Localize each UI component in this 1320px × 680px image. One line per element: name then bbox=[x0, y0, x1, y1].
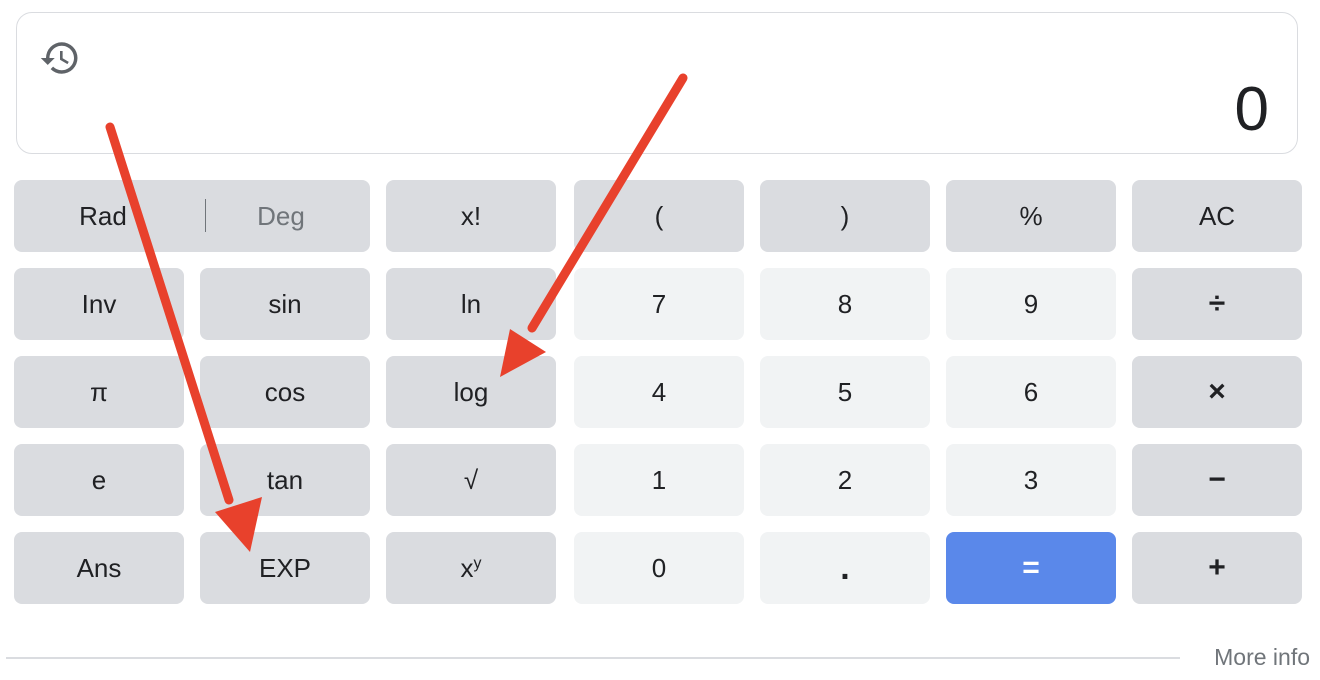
ln-button[interactable]: ln bbox=[386, 268, 556, 340]
digit-4-button[interactable]: 4 bbox=[574, 356, 744, 428]
rad-deg-toggle: Rad Deg bbox=[14, 180, 370, 252]
power-button[interactable]: xy bbox=[386, 532, 556, 604]
more-info-link[interactable]: More info bbox=[1214, 644, 1310, 671]
digit-7-button[interactable]: 7 bbox=[574, 268, 744, 340]
calculator-display: 0 bbox=[16, 12, 1298, 154]
minus-button[interactable]: − bbox=[1132, 444, 1302, 516]
open-paren-button[interactable]: ( bbox=[574, 180, 744, 252]
equals-button[interactable]: = bbox=[946, 532, 1116, 604]
e-button[interactable]: e bbox=[14, 444, 184, 516]
digit-2-button[interactable]: 2 bbox=[760, 444, 930, 516]
footer-divider bbox=[6, 657, 1180, 659]
digit-9-button[interactable]: 9 bbox=[946, 268, 1116, 340]
history-icon[interactable] bbox=[39, 37, 81, 79]
digit-3-button[interactable]: 3 bbox=[946, 444, 1116, 516]
pi-button[interactable]: π bbox=[14, 356, 184, 428]
cos-button[interactable]: cos bbox=[200, 356, 370, 428]
all-clear-button[interactable]: AC bbox=[1132, 180, 1302, 252]
inv-button[interactable]: Inv bbox=[14, 268, 184, 340]
digit-0-button[interactable]: 0 bbox=[574, 532, 744, 604]
tan-button[interactable]: tan bbox=[200, 444, 370, 516]
plus-button[interactable]: + bbox=[1132, 532, 1302, 604]
deg-button[interactable]: Deg bbox=[192, 180, 370, 252]
power-base-label: x bbox=[460, 552, 474, 583]
sin-button[interactable]: sin bbox=[200, 268, 370, 340]
display-value: 0 bbox=[1234, 75, 1269, 144]
sqrt-button[interactable]: √ bbox=[386, 444, 556, 516]
digit-5-button[interactable]: 5 bbox=[760, 356, 930, 428]
digit-8-button[interactable]: 8 bbox=[760, 268, 930, 340]
close-paren-button[interactable]: ) bbox=[760, 180, 930, 252]
ans-button[interactable]: Ans bbox=[14, 532, 184, 604]
digit-1-button[interactable]: 1 bbox=[574, 444, 744, 516]
multiply-button[interactable]: × bbox=[1132, 356, 1302, 428]
exp-button[interactable]: EXP bbox=[200, 532, 370, 604]
decimal-point-button[interactable]: . bbox=[760, 532, 930, 604]
divide-button[interactable]: ÷ bbox=[1132, 268, 1302, 340]
digit-6-button[interactable]: 6 bbox=[946, 356, 1116, 428]
log-button[interactable]: log bbox=[386, 356, 556, 428]
calculator: 0 Rad Deg x! ( ) % AC Inv sin ln 7 8 9 ÷… bbox=[0, 0, 1320, 680]
percent-button[interactable]: % bbox=[946, 180, 1116, 252]
rad-button[interactable]: Rad bbox=[14, 180, 192, 252]
power-exponent-label: y bbox=[473, 555, 482, 572]
factorial-button[interactable]: x! bbox=[386, 180, 556, 252]
